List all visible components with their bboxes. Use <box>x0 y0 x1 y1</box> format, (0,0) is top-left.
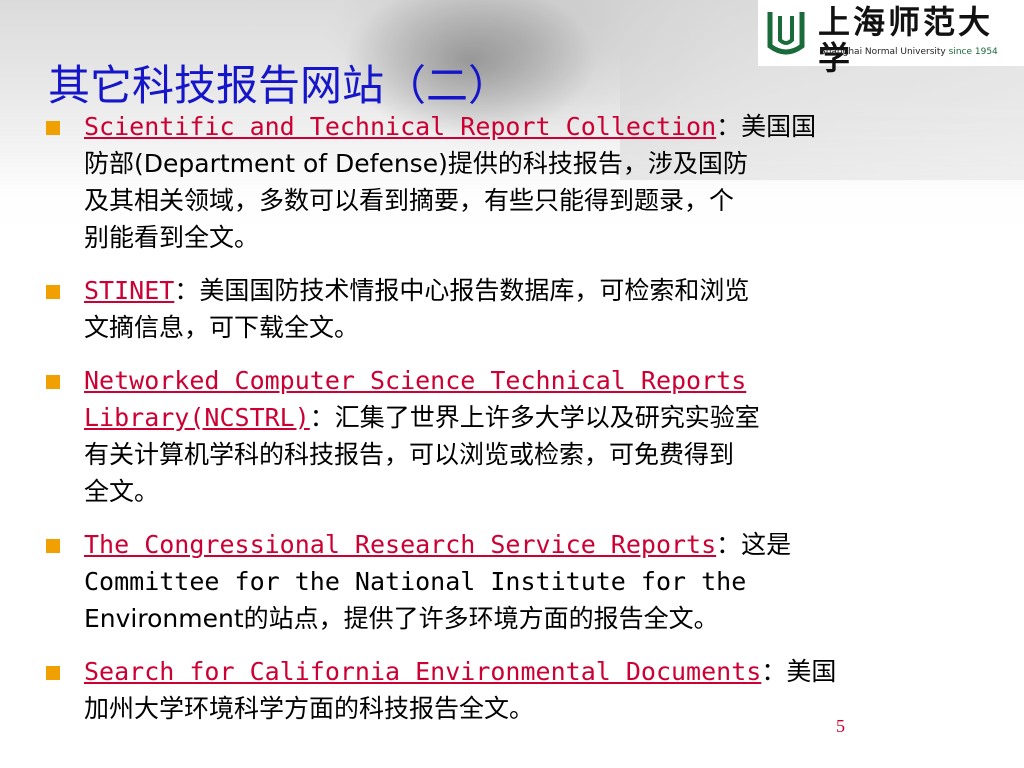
logo-mark-icon <box>767 12 805 55</box>
item-text: Environment的站点，提供了许多环境方面的报告全文。 <box>84 604 719 633</box>
bullet-square-icon <box>46 539 60 553</box>
university-logo: 上海师范大学 Shanghai Normal University since … <box>758 0 1024 76</box>
item-text: 及其相关领域，多数可以看到摘要，有些只能得到题录，个 <box>84 186 735 215</box>
item-text: 别能看到全文。 <box>84 223 260 252</box>
bullet-square-icon <box>46 121 60 135</box>
link-scientific-technical-report-collection[interactable]: Scientific and Technical Report Collecti… <box>84 112 716 141</box>
list-item: Search for California Environmental Docu… <box>46 653 986 727</box>
item-text: ：这是 <box>716 530 792 559</box>
logo-since-text: since 1954 <box>948 47 998 57</box>
item-text: 文摘信息，可下载全文。 <box>84 313 360 342</box>
link-congressional-research-service-reports[interactable]: The Congressional Research Service Repor… <box>84 530 716 559</box>
bullet-square-icon <box>46 285 60 299</box>
slide-title: 其它科技报告网站（二） <box>48 61 511 110</box>
logo-chinese-name: 上海师范大学 <box>818 3 994 77</box>
logo-english-name: Shanghai Normal University since 1954 <box>820 46 998 58</box>
bullet-square-icon <box>46 375 60 389</box>
logo-english-text: Shanghai Normal University <box>820 47 946 57</box>
slide: 上海师范大学 Shanghai Normal University since … <box>0 0 1024 768</box>
link-ncstrl[interactable]: Networked Computer Science Technical Rep… <box>84 366 746 395</box>
list-item: Networked Computer Science Technical Rep… <box>46 362 986 510</box>
item-text: ：美国国防技术情报中心报告数据库，可检索和浏览 <box>174 276 750 305</box>
item-text: ：汇集了世界上许多大学以及研究实验室 <box>309 403 760 432</box>
page-number: 5 <box>836 716 845 736</box>
link-california-environmental-documents[interactable]: Search for California Environmental Docu… <box>84 657 761 686</box>
item-text: 加州大学环境科学方面的科技报告全文。 <box>84 694 535 723</box>
link-stinet[interactable]: STINET <box>84 276 174 305</box>
list-item: Scientific and Technical Report Collecti… <box>46 108 986 256</box>
bullet-list: Scientific and Technical Report Collecti… <box>46 108 986 727</box>
bullet-square-icon <box>46 666 60 680</box>
item-text: Committee for the National Institute for… <box>84 567 747 596</box>
item-text: ：美国 <box>761 657 837 686</box>
item-text: ：美国国 <box>716 112 817 141</box>
link-ncstrl-cont[interactable]: Library(NCSTRL) <box>84 403 310 432</box>
item-text: 防部(Department of Defense)提供的科技报告，涉及国防 <box>84 149 748 178</box>
list-item: STINET：美国国防技术情报中心报告数据库，可检索和浏览 文摘信息，可下载全文… <box>46 272 986 346</box>
item-text: 有关计算机学科的科技报告，可以浏览或检索，可免费得到 <box>84 440 735 469</box>
item-text: 全文。 <box>84 477 160 506</box>
list-item: The Congressional Research Service Repor… <box>46 526 986 637</box>
